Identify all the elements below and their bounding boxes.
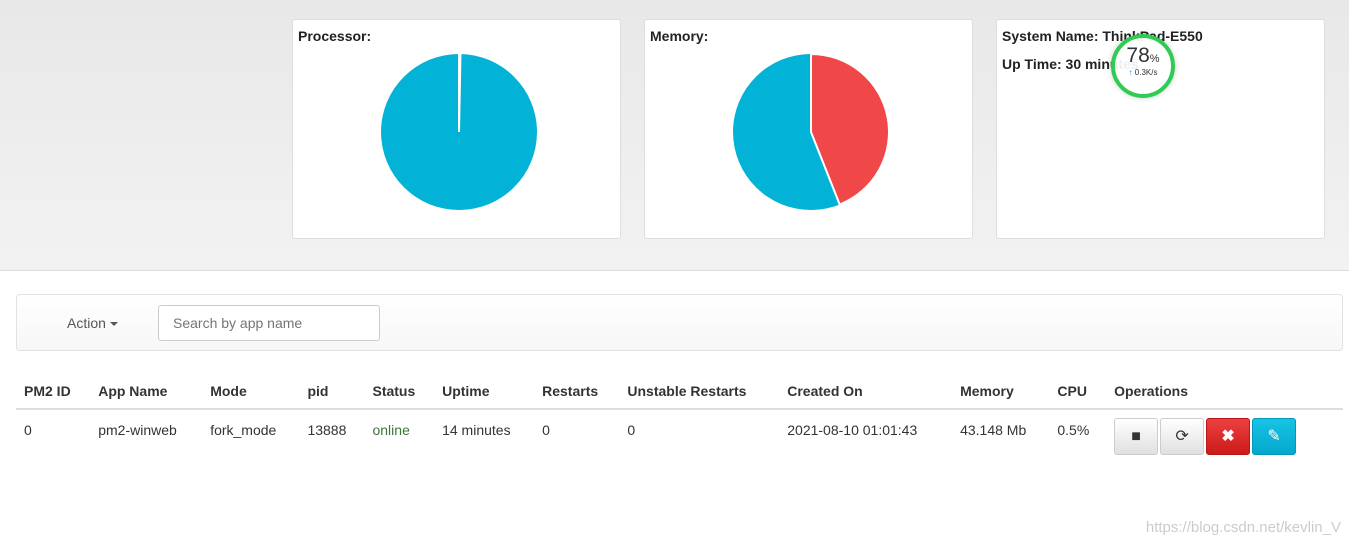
memory-title: Memory: [650, 28, 709, 44]
memory-card: Memory: [644, 19, 973, 239]
column-header: Unstable Restarts [619, 374, 780, 410]
column-header: Mode [202, 374, 300, 410]
table-cell: 0 [24, 422, 32, 438]
column-header: App Name [90, 374, 203, 410]
system-name: System Name: ThinkPad-E550 [1002, 28, 1203, 44]
delete-button[interactable]: ✖ [1206, 418, 1251, 455]
upload-arrow-icon: ↑ [1128, 68, 1133, 77]
table-cell: 0 [627, 422, 636, 438]
stop-button[interactable]: ■ [1114, 418, 1159, 455]
stats-panel: Processor: Memory: System Name: ThinkPad… [0, 0, 1349, 271]
search-input[interactable] [158, 305, 380, 341]
toolbar: Action [16, 294, 1343, 351]
action-label: Action [67, 315, 106, 331]
table-row: 0 pm2-winweb fork_mode 13888 online 14 minute… [16, 409, 1343, 463]
memory-pie [733, 53, 890, 210]
widget-percent: 78 [1126, 44, 1150, 67]
table-cell: fork_mode [210, 422, 277, 438]
column-header: Restarts [534, 374, 620, 410]
widget-unit: % [1149, 53, 1160, 65]
table-cell: pm2-winweb [98, 422, 177, 438]
network-monitor-widget[interactable]: 78% ↑ 0.3K/s [1111, 34, 1175, 98]
operations-cell: ■ ⟳ ✖ ✎ [1106, 409, 1343, 463]
table-cell: 0.5% [1057, 422, 1090, 438]
table-cell: 13888 [307, 422, 347, 438]
table-cell: 14 minutes [442, 422, 511, 438]
pencil-icon: ✎ [1267, 428, 1281, 445]
close-icon: ✖ [1221, 428, 1235, 445]
refresh-icon: ⟳ [1175, 428, 1189, 445]
table-cell: online [372, 422, 410, 438]
column-header: Uptime [434, 374, 535, 410]
watermark: https://blog.csdn.net/kevlin_V [1145, 519, 1341, 536]
processor-card: Processor: [292, 19, 621, 239]
column-header: Operations [1106, 374, 1343, 410]
column-header: pid [299, 374, 365, 410]
table-cell: 43.148 Mb [960, 422, 1027, 438]
column-header: CPU [1049, 374, 1107, 410]
restart-button[interactable]: ⟳ [1160, 418, 1205, 455]
column-header: Status [364, 374, 435, 410]
column-header: Memory [952, 374, 1050, 410]
table-cell: 0 [542, 422, 550, 438]
action-dropdown[interactable]: Action [67, 315, 118, 331]
edit-button[interactable]: ✎ [1252, 418, 1297, 455]
table-cell: 2021-08-10 01:01:43 [787, 422, 918, 438]
stop-icon: ■ [1131, 428, 1141, 445]
processor-title: Processor: [298, 28, 372, 44]
processor-pie [381, 53, 537, 210]
column-header: Created On [779, 374, 953, 410]
column-header: PM2 ID [16, 374, 91, 410]
widget-net: 0.3K/s [1134, 68, 1158, 77]
caret-down-icon [109, 322, 118, 327]
process-table: PM2 ID App Name Mode pid Status Uptime Restart… [16, 374, 1343, 463]
